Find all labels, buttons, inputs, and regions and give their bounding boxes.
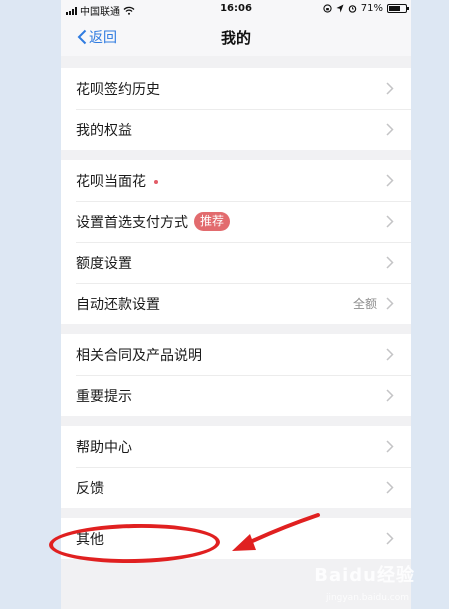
row-label: 重要提示 — [76, 388, 132, 405]
settings-group-4: 帮助中心 反馈 — [61, 426, 411, 508]
settings-group-1: 花呗签约历史 我的权益 — [61, 68, 411, 150]
chevron-right-icon — [386, 297, 394, 310]
status-bar: 中国联通 16:06 71% — [61, 0, 411, 18]
page-title: 我的 — [220, 29, 251, 47]
baidu-watermark-url: jingyan.baidu.com — [325, 593, 409, 603]
row-label: 自动还款设置 — [76, 296, 160, 313]
red-dot-indicator — [154, 179, 158, 184]
row-label: 反馈 — [76, 480, 104, 497]
row-value: 全额 — [352, 297, 377, 311]
location-icon — [336, 4, 344, 13]
alarm-icon — [348, 5, 357, 13]
settings-row-preferred-payment[interactable]: 设置首选支付方式 推荐 — [61, 201, 411, 242]
recommend-badge: 推荐 — [194, 212, 231, 231]
settings-row-feedback[interactable]: 反馈 — [61, 467, 411, 508]
row-label: 相关合同及产品说明 — [76, 347, 202, 364]
battery-fill — [389, 6, 401, 11]
settings-group-3: 相关合同及产品说明 重要提示 — [61, 334, 411, 416]
settings-row-contracts[interactable]: 相关合同及产品说明 — [61, 334, 411, 375]
row-label: 帮助中心 — [76, 439, 132, 456]
settings-row-other[interactable]: 其他 — [61, 518, 411, 559]
chevron-right-icon — [386, 174, 394, 187]
orientation-lock-icon — [323, 4, 332, 13]
row-label: 额度设置 — [76, 255, 132, 272]
settings-row-important-notice[interactable]: 重要提示 — [61, 375, 411, 416]
settings-row-face-pay[interactable]: 花呗当面花 — [61, 160, 411, 201]
row-label: 设置首选支付方式 — [76, 214, 188, 231]
settings-row-auto-repay[interactable]: 自动还款设置 全额 — [61, 283, 411, 324]
battery-percent: 71% — [360, 3, 383, 14]
chevron-right-icon — [386, 532, 394, 545]
battery-icon — [387, 4, 409, 13]
status-right: 71% — [323, 3, 409, 14]
settings-row-sign-history[interactable]: 花呗签约历史 — [61, 68, 411, 109]
nav-bar: 返回 我的 — [61, 18, 411, 56]
chevron-right-icon — [386, 348, 394, 361]
chevron-right-icon — [386, 256, 394, 269]
settings-row-help-center[interactable]: 帮助中心 — [61, 426, 411, 467]
settings-group-2: 花呗当面花 设置首选支付方式 推荐 额度设置 自动还款设置 全额 — [61, 160, 411, 324]
chevron-right-icon — [386, 123, 394, 136]
chevron-right-icon — [386, 82, 394, 95]
row-label: 其他 — [76, 531, 104, 548]
row-label: 花呗签约历史 — [76, 81, 160, 98]
chevron-right-icon — [386, 481, 394, 494]
chevron-right-icon — [386, 389, 394, 402]
settings-row-limit[interactable]: 额度设置 — [61, 242, 411, 283]
row-label: 我的权益 — [76, 122, 132, 139]
phone-screen: 中国联通 16:06 71% 返回 我的 花呗签约历史 我的权益 花呗当面花 设… — [61, 0, 411, 609]
row-label: 花呗当面花 — [76, 173, 146, 190]
chevron-right-icon — [386, 440, 394, 453]
settings-group-5: 其他 — [61, 518, 411, 559]
baidu-watermark: Baidu经验 — [314, 565, 415, 586]
settings-row-my-benefits[interactable]: 我的权益 — [61, 109, 411, 150]
chevron-right-icon — [386, 215, 394, 228]
